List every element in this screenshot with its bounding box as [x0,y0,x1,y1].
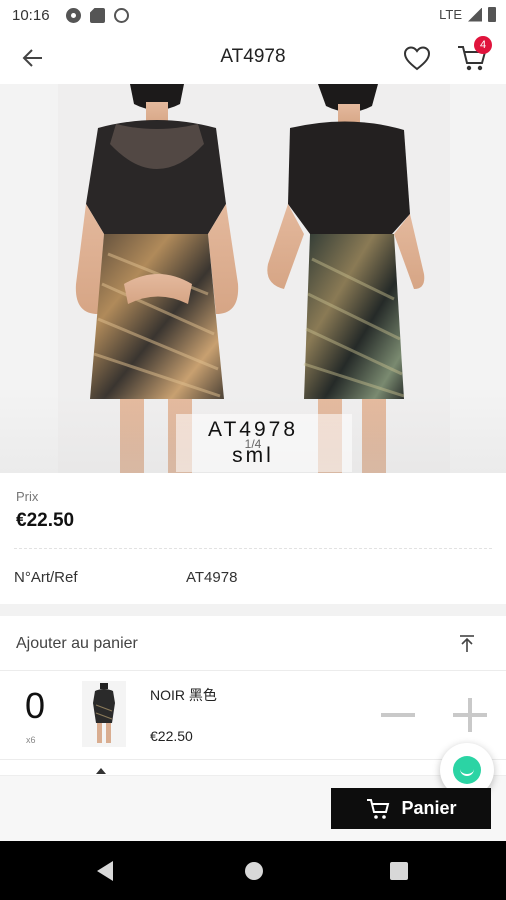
chat-icon [453,756,481,784]
price-label: Prix [16,489,39,504]
variant-row: 0 x6 NOIR 黑色 €22.50 [0,671,506,759]
battery-icon [488,7,496,22]
system-navigation-bar [0,841,506,900]
price-value: €22.50 [16,510,75,531]
app-header: AT4978 [0,32,506,84]
heart-icon[interactable] [402,44,432,72]
nav-back-icon[interactable] [97,861,113,881]
cart-button[interactable]: Panier [331,788,491,829]
status-system-icons: LTE [439,7,496,22]
divider [0,759,506,760]
sd-card-icon [90,8,105,23]
reference-label: N°Art/Ref [14,569,78,586]
reference-value: AT4978 [186,569,238,586]
cart-icon [367,798,390,819]
network-type: LTE [439,7,462,22]
collapse-top-icon[interactable] [457,634,477,654]
status-time: 10:16 [12,7,50,24]
variant-name: NOIR 黑色 [150,687,217,703]
cart-count-badge: 4 [474,36,492,54]
nav-home-icon[interactable] [245,862,263,880]
status-bar: 10:16 LTE [0,0,506,32]
variant-pack-unit: x6 [26,735,36,745]
divider [14,548,492,549]
plus-icon[interactable] [453,698,487,732]
variant-thumbnail[interactable] [82,681,126,747]
nav-recents-icon[interactable] [390,862,408,880]
image-page-counter: 1/4 [244,437,262,451]
status-notification-icons [66,8,129,23]
minus-icon[interactable] [381,713,415,717]
cart-button-label: Panier [401,798,457,818]
settings-icon [66,8,81,23]
next-variant-peek [96,768,106,774]
variant-price: €22.50 [150,728,193,744]
variant-quantity: 0 [24,685,46,726]
section-separator [0,604,506,616]
at-sign-icon [114,8,129,23]
signal-icon [468,7,482,22]
add-to-cart-heading: Ajouter au panier [16,635,138,652]
